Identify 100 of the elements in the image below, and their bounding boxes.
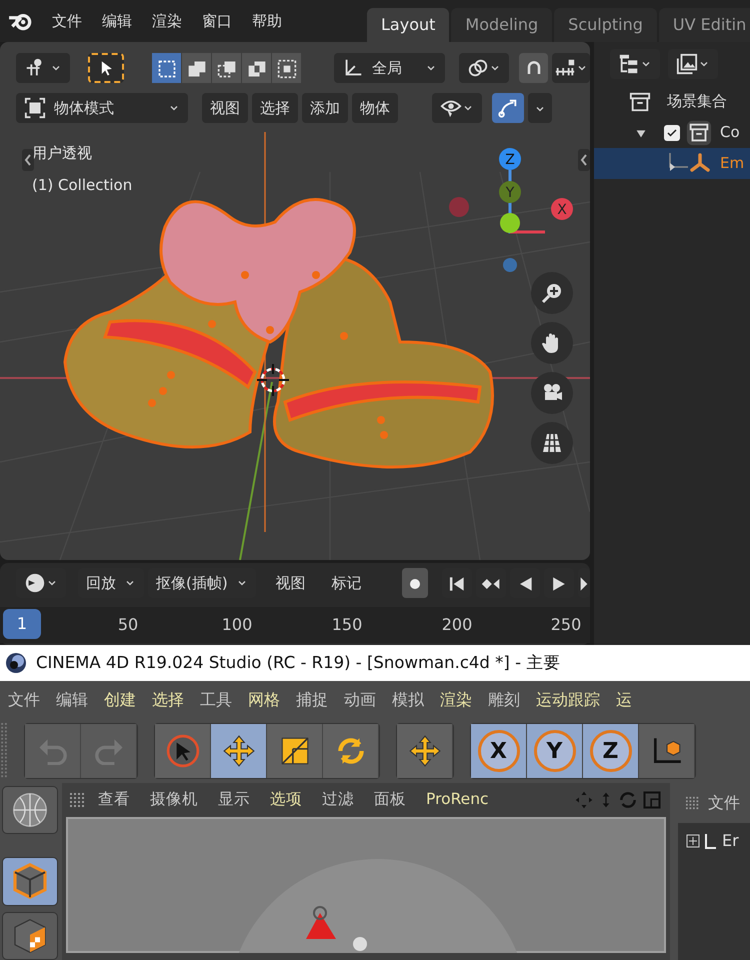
globe-mode-button[interactable] xyxy=(2,786,58,834)
menu-item[interactable]: 捕捉 xyxy=(288,688,336,712)
move-icon xyxy=(222,734,256,768)
menu-item[interactable]: 工具 xyxy=(192,688,240,712)
clock-icon xyxy=(24,572,46,594)
axis-handle[interactable]: X xyxy=(551,198,573,220)
filter-dropdown[interactable] xyxy=(668,49,718,79)
menu-item[interactable]: 创建 xyxy=(96,688,144,712)
timeline-menu[interactable]: 视图 xyxy=(268,568,314,598)
viewport-menu-item[interactable]: 面板 xyxy=(366,788,414,812)
viewport-menu-item[interactable]: 显示 xyxy=(210,788,258,812)
gizmo-toggle[interactable] xyxy=(492,93,524,123)
viewport-menu-item[interactable]: 查看 xyxy=(90,788,138,812)
frame-number: 200 xyxy=(442,614,472,636)
workspace-tab[interactable]: Layout xyxy=(367,8,450,42)
ortho-button[interactable] xyxy=(531,422,573,464)
frame-number: 100 xyxy=(222,614,252,636)
grip-icon xyxy=(0,723,8,779)
axis-handle[interactable] xyxy=(449,197,469,217)
collection-name[interactable]: Co xyxy=(720,121,740,144)
menu-item[interactable]: 运动跟踪 xyxy=(528,688,608,712)
viewport-menu-item[interactable]: 过滤 xyxy=(314,788,362,812)
view-label: 用户透视 xyxy=(32,143,92,164)
menu-item[interactable]: 网格 xyxy=(240,688,288,712)
editor-type-dropdown[interactable] xyxy=(16,53,70,83)
pan-button[interactable] xyxy=(531,322,573,364)
chevron-left-icon[interactable] xyxy=(22,149,34,171)
window-title: CINEMA 4D R19.024 Studio (RC - R19) - [Snowman.c4d *] - 主要 xyxy=(36,652,560,674)
workspace-tab[interactable]: Modeling xyxy=(451,8,552,42)
record-button[interactable] xyxy=(402,568,428,598)
timeline-menu[interactable]: 标记 xyxy=(324,568,370,598)
axis-lock-button[interactable]: Z xyxy=(583,724,639,778)
zoom-button[interactable] xyxy=(531,272,573,314)
frame-number: 250 xyxy=(550,614,582,636)
axis-lock-button[interactable]: Y xyxy=(527,724,583,778)
menu-item[interactable]: 运 xyxy=(608,688,640,712)
camera-button[interactable] xyxy=(531,372,573,414)
menu-item[interactable]: 动画 xyxy=(336,688,384,712)
axis-handle[interactable]: Z xyxy=(499,148,521,170)
menu-item[interactable]: 文件 xyxy=(42,10,92,32)
selection-mode-button[interactable] xyxy=(152,53,181,83)
selection-mode-icon xyxy=(246,58,266,79)
selection-mode-icon xyxy=(276,58,296,79)
viewport-menu-item[interactable]: 摄像机 xyxy=(142,788,206,812)
selection-mode-button[interactable] xyxy=(212,53,241,83)
current-frame[interactable]: 1 xyxy=(3,609,41,639)
object-name[interactable]: Er xyxy=(722,829,739,853)
axis-handle[interactable] xyxy=(503,258,517,272)
menu-item[interactable]: 模拟 xyxy=(384,688,432,712)
mode-dropdown[interactable]: 物体模式 xyxy=(16,93,188,123)
selection-mode-button[interactable] xyxy=(242,53,271,83)
cinema4d-logo-icon xyxy=(4,651,28,675)
orientation-dropdown[interactable]: 全局 xyxy=(334,53,446,83)
expand-icon[interactable] xyxy=(686,834,700,848)
select-tool-button[interactable] xyxy=(88,53,124,83)
menu-item[interactable]: 编辑 xyxy=(92,10,142,32)
menu-item[interactable]: 选择 xyxy=(144,688,192,712)
menu-item[interactable]: 编辑 xyxy=(48,688,96,712)
pivot-dropdown[interactable] xyxy=(459,53,510,83)
tree-icon xyxy=(618,53,640,75)
rotate-tool-button[interactable] xyxy=(323,724,379,778)
menu-item[interactable]: 渲染 xyxy=(432,688,480,712)
null-object-icon xyxy=(704,832,718,850)
undo-icon xyxy=(38,738,68,764)
selection-mode-button[interactable] xyxy=(272,53,301,83)
visibility-dropdown[interactable] xyxy=(432,93,482,123)
texture-mode-button[interactable] xyxy=(2,912,58,960)
snap-toggle[interactable] xyxy=(519,53,548,83)
menu-item[interactable]: 文件 xyxy=(0,688,48,712)
selection-mode-button[interactable] xyxy=(182,53,211,83)
selection-mode-icon xyxy=(216,58,236,79)
scale-tool-button[interactable] xyxy=(267,724,323,778)
object-name[interactable]: Em xyxy=(720,152,744,175)
check-icon xyxy=(666,126,678,138)
workspace-tab[interactable]: UV Editin xyxy=(658,8,750,42)
menu-item[interactable]: 帮助 xyxy=(242,10,292,32)
model-mode-button[interactable] xyxy=(2,857,58,906)
chevron-left-icon[interactable] xyxy=(578,149,590,171)
image-stack-icon xyxy=(676,53,698,75)
menu-item[interactable]: 雕刻 xyxy=(480,688,528,712)
menu-item[interactable]: 窗口 xyxy=(192,10,242,32)
menu-item[interactable]: 渲染 xyxy=(142,10,192,32)
header-menu[interactable]: 物体 xyxy=(352,93,398,123)
header-menu[interactable]: 选择 xyxy=(252,93,298,123)
move-tool-button[interactable] xyxy=(211,724,267,778)
display-mode-dropdown[interactable] xyxy=(610,49,660,79)
snap-target-dropdown[interactable] xyxy=(552,53,590,83)
axis-handle[interactable] xyxy=(500,213,520,233)
viewport-menu-item[interactable]: 选项 xyxy=(262,788,310,812)
redo-icon xyxy=(94,738,124,764)
link-icon xyxy=(467,57,490,79)
3d-cursor-icon xyxy=(255,362,291,398)
gizmo-icon xyxy=(497,97,519,120)
header-menu[interactable]: 添加 xyxy=(302,93,348,123)
zoom-in-icon xyxy=(540,281,564,305)
header-menu[interactable]: 视图 xyxy=(202,93,248,123)
visibility-checkbox[interactable] xyxy=(664,124,680,140)
viewport-menu-item[interactable]: ProRenc xyxy=(418,788,497,812)
axis-lock-button[interactable]: X xyxy=(471,724,527,778)
workspace-tab[interactable]: Sculpting xyxy=(554,8,657,42)
